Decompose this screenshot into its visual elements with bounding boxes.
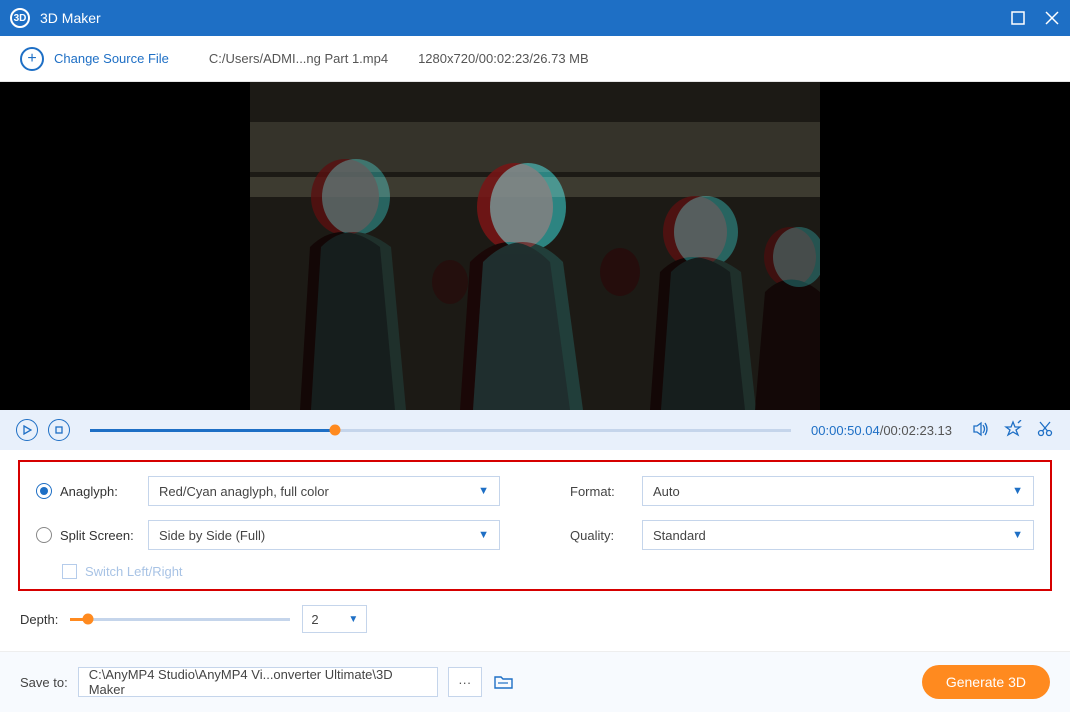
anaglyph-select[interactable]: Red/Cyan anaglyph, full color ▼ <box>148 476 500 506</box>
app-title: 3D Maker <box>40 10 1010 26</box>
settings-left-column: Anaglyph: Red/Cyan anaglyph, full color … <box>36 476 500 579</box>
switch-lr-row: Switch Left/Right <box>62 564 500 579</box>
playback-bar: 00:00:50.04/00:02:23.13 <box>0 410 1070 450</box>
playback-actions <box>972 420 1054 441</box>
chevron-down-icon: ▼ <box>1012 529 1023 541</box>
format-row: Format: Auto ▼ <box>570 476 1034 506</box>
titlebar: 3D 3D Maker <box>0 0 1070 36</box>
window-controls <box>1010 10 1060 26</box>
seek-thumb[interactable] <box>330 425 341 436</box>
splitscreen-label: Split Screen: <box>60 528 134 543</box>
depth-value: 2 <box>311 612 318 627</box>
plus-icon: + <box>20 47 44 71</box>
quality-select[interactable]: Standard ▼ <box>642 520 1034 550</box>
format-value: Auto <box>653 484 680 499</box>
open-folder-button[interactable] <box>492 670 516 694</box>
seek-fill <box>90 429 335 432</box>
anaglyph-value: Red/Cyan anaglyph, full color <box>159 484 329 499</box>
stop-button[interactable] <box>48 419 70 441</box>
time-display: 00:00:50.04/00:02:23.13 <box>811 423 952 438</box>
change-source-label: Change Source File <box>54 51 169 66</box>
anaglyph-radio-group: Anaglyph: <box>36 483 136 499</box>
depth-row: Depth: 2 ▼ <box>0 595 1070 652</box>
anaglyph-row: Anaglyph: Red/Cyan anaglyph, full color … <box>36 476 500 506</box>
settings-highlight-box: Anaglyph: Red/Cyan anaglyph, full color … <box>18 460 1052 591</box>
file-meta: 1280x720/00:02:23/26.73 MB <box>418 51 589 66</box>
bottom-bar: Save to: C:\AnyMP4 Studio\AnyMP4 Vi...on… <box>0 652 1070 712</box>
file-info: C:/Users/ADMI...ng Part 1.mp4 1280x720/0… <box>209 51 589 66</box>
time-current: 00:00:50.04 <box>811 423 880 438</box>
quality-label: Quality: <box>570 528 630 543</box>
seek-slider[interactable] <box>90 429 791 432</box>
anaglyph-preview-image <box>250 82 820 410</box>
snapshot-icon[interactable] <box>1004 420 1022 441</box>
depth-thumb[interactable] <box>82 614 93 625</box>
depth-value-select[interactable]: 2 ▼ <box>302 605 367 633</box>
settings-right-column: Format: Auto ▼ Quality: Standard ▼ <box>570 476 1034 579</box>
maximize-button[interactable] <box>1010 10 1026 26</box>
close-button[interactable] <box>1044 10 1060 26</box>
save-label: Save to: <box>20 675 68 690</box>
switch-lr-checkbox[interactable] <box>62 564 77 579</box>
quality-row: Quality: Standard ▼ <box>570 520 1034 550</box>
chevron-down-icon: ▼ <box>348 614 358 625</box>
chevron-down-icon: ▼ <box>478 529 489 541</box>
volume-icon[interactable] <box>972 420 990 441</box>
change-source-button[interactable]: + Change Source File <box>20 47 169 71</box>
chevron-down-icon: ▼ <box>1012 485 1023 497</box>
splitscreen-select[interactable]: Side by Side (Full) ▼ <box>148 520 500 550</box>
app-icon: 3D <box>10 8 30 28</box>
anaglyph-label: Anaglyph: <box>60 484 118 499</box>
splitscreen-radio[interactable] <box>36 527 52 543</box>
anaglyph-radio[interactable] <box>36 483 52 499</box>
splitscreen-row: Split Screen: Side by Side (Full) ▼ <box>36 520 500 550</box>
cut-icon[interactable] <box>1036 420 1054 441</box>
generate-label: Generate 3D <box>946 674 1026 690</box>
save-path-field[interactable]: C:\AnyMP4 Studio\AnyMP4 Vi...onverter Ul… <box>78 667 438 697</box>
format-label: Format: <box>570 484 630 499</box>
generate-3d-button[interactable]: Generate 3D <box>922 665 1050 699</box>
video-preview <box>250 82 820 410</box>
format-select[interactable]: Auto ▼ <box>642 476 1034 506</box>
browse-button[interactable]: ··· <box>448 667 482 697</box>
settings-panel: Anaglyph: Red/Cyan anaglyph, full color … <box>0 450 1070 595</box>
depth-slider[interactable] <box>70 618 290 621</box>
time-total: /00:02:23.13 <box>880 423 952 438</box>
switch-lr-label: Switch Left/Right <box>85 564 183 579</box>
file-path: C:/Users/ADMI...ng Part 1.mp4 <box>209 51 388 66</box>
chevron-down-icon: ▼ <box>478 485 489 497</box>
video-preview-area <box>0 82 1070 410</box>
depth-label: Depth: <box>20 612 58 627</box>
save-path-value: C:\AnyMP4 Studio\AnyMP4 Vi...onverter Ul… <box>89 667 427 697</box>
quality-value: Standard <box>653 528 706 543</box>
splitscreen-value: Side by Side (Full) <box>159 528 265 543</box>
play-button[interactable] <box>16 419 38 441</box>
toolbar: + Change Source File C:/Users/ADMI...ng … <box>0 36 1070 82</box>
splitscreen-radio-group: Split Screen: <box>36 527 136 543</box>
